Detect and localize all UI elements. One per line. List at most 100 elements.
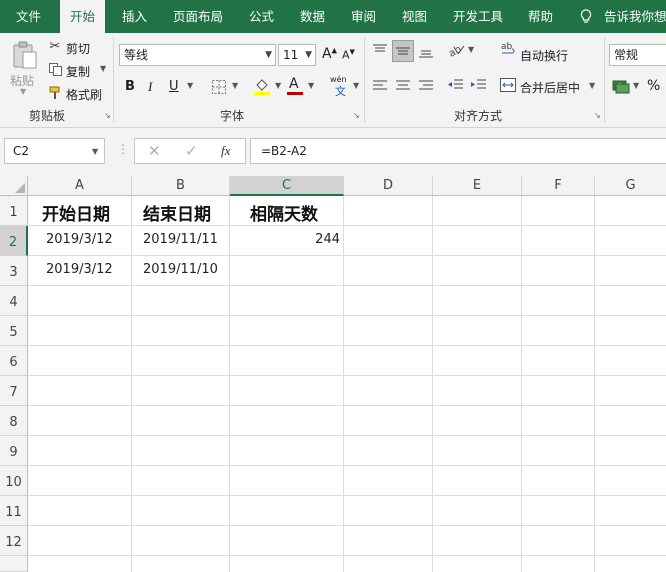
tab-home[interactable]: 开始 [60,0,106,33]
cell-a3[interactable]: 2019/3/12 [46,262,113,277]
cell-c1[interactable]: 相隔天数 [250,200,318,225]
accounting-format-icon[interactable] [612,78,630,94]
cell-c2[interactable]: 244 [230,232,340,247]
row-header-4[interactable]: 4 [0,286,28,316]
font-color-icon[interactable]: A [286,76,304,95]
orientation-icon[interactable]: ab [447,42,466,60]
format-painter-icon[interactable] [49,86,63,100]
tab-file[interactable]: 文件 [16,0,41,33]
borders-icon[interactable] [211,79,227,95]
decrease-indent-icon[interactable] [446,78,464,92]
column-header-a[interactable]: A [28,176,132,196]
format-painter-button[interactable]: 格式刷 [66,86,102,103]
name-box[interactable]: C2 ▼ [4,138,105,164]
align-middle-icon [396,47,410,55]
enter-check-icon[interactable]: ✓ [185,142,198,160]
chevron-down-icon: ▼ [265,50,272,60]
row-header-11[interactable]: 11 [0,496,28,526]
merge-center-icon[interactable] [500,78,516,92]
scissors-icon[interactable]: ✂ [48,39,62,55]
bold-button[interactable]: B [125,79,135,94]
column-header-d[interactable]: D [344,176,433,196]
align-bottom-icon[interactable] [418,45,434,59]
column-header-g[interactable]: G [595,176,666,196]
cut-button[interactable]: 剪切 [66,40,90,57]
font-color-dropdown-icon[interactable]: ▼ [308,81,314,90]
clipboard-launcher-icon[interactable]: ↘ [104,112,112,120]
lightbulb-icon[interactable] [580,9,592,25]
row-header-1[interactable]: 1 [0,196,28,226]
column-header-f[interactable]: F [522,176,595,196]
orientation-dropdown-icon[interactable]: ▼ [468,45,474,54]
copy-button[interactable]: 复制 [66,63,90,80]
cell-b1[interactable]: 结束日期 [143,200,211,225]
tab-page-layout[interactable]: 页面布局 [173,0,223,33]
tab-formulas[interactable]: 公式 [249,0,274,33]
align-right-icon[interactable] [418,79,434,93]
underline-button[interactable]: U [169,79,179,94]
italic-button[interactable]: I [148,79,152,95]
align-middle-button[interactable] [392,40,414,62]
row-header-13-partial[interactable] [0,556,28,572]
column-header-e[interactable]: E [433,176,522,196]
grow-font-button[interactable]: A▲ [322,46,337,62]
cell-a1[interactable]: 开始日期 [42,200,110,225]
column-header-b[interactable]: B [132,176,230,196]
copy-icon[interactable] [49,63,62,76]
select-all-button[interactable] [0,176,28,196]
tab-insert[interactable]: 插入 [122,0,147,33]
cell-b3[interactable]: 2019/11/10 [143,262,218,277]
tab-data[interactable]: 数据 [300,0,325,33]
merge-dropdown-icon[interactable]: ▼ [589,81,595,90]
row-header-8[interactable]: 8 [0,406,28,436]
copy-dropdown-icon[interactable]: ▼ [100,64,106,73]
font-name-select[interactable]: 等线 ▼ [119,44,276,66]
row-header-2[interactable]: 2 [0,226,28,256]
cell-b2[interactable]: 2019/11/11 [143,232,218,247]
phonetic-guide-button[interactable]: wén 文 [330,75,352,98]
fill-color-dropdown-icon[interactable]: ▼ [275,81,281,90]
percent-button[interactable]: % [647,78,660,94]
row-header-7[interactable]: 7 [0,376,28,406]
borders-dropdown-icon[interactable]: ▼ [232,81,238,90]
font-size-select[interactable]: 11 ▼ [278,44,316,66]
cancel-icon[interactable]: ✕ [148,142,161,160]
gridline [521,196,522,572]
tab-developer[interactable]: 开发工具 [453,0,503,33]
alignment-launcher-icon[interactable]: ↘ [594,112,602,120]
svg-text:ab: ab [501,42,513,52]
tab-view[interactable]: 视图 [402,0,427,33]
align-left-icon[interactable] [372,79,388,93]
increase-indent-icon[interactable] [469,78,487,92]
paste-button[interactable]: 粘贴 ▼ [8,39,42,101]
accounting-dropdown-icon[interactable]: ▼ [633,81,639,90]
chevron-down-icon[interactable]: ▼ [20,87,26,96]
row-header-9[interactable]: 9 [0,436,28,466]
wrap-text-button[interactable]: 自动换行 [520,47,568,64]
formula-input[interactable]: =B2-A2 [250,138,666,164]
column-header-c[interactable]: C [230,176,344,196]
row-header-6[interactable]: 6 [0,346,28,376]
font-launcher-icon[interactable]: ↘ [353,112,361,120]
tab-help[interactable]: 帮助 [528,0,553,33]
cell-a2[interactable]: 2019/3/12 [46,232,113,247]
insert-function-button[interactable]: fx [221,143,230,159]
align-top-icon[interactable] [372,43,388,57]
align-center-icon[interactable] [395,79,411,93]
phonetic-dropdown-icon[interactable]: ▼ [353,81,359,90]
tell-me-search[interactable]: 告诉我你想 [604,0,666,33]
gridline [28,225,666,226]
row-header-5[interactable]: 5 [0,316,28,346]
merge-center-button[interactable]: 合并后居中 [520,79,580,96]
row-header-12[interactable]: 12 [0,526,28,556]
gridline [28,285,666,286]
underline-dropdown-icon[interactable]: ▼ [187,81,193,90]
row-header-3[interactable]: 3 [0,256,28,286]
worksheet-grid[interactable]: A B C D E F G 1 2 3 4 5 6 7 8 9 10 11 12… [0,176,666,572]
number-format-select[interactable]: 常规 [609,44,666,66]
row-header-10[interactable]: 10 [0,466,28,496]
fill-color-icon[interactable] [253,77,271,95]
tab-review[interactable]: 审阅 [351,0,376,33]
wrap-text-icon[interactable]: ab [500,40,516,58]
shrink-font-button[interactable]: A▼ [342,48,355,62]
